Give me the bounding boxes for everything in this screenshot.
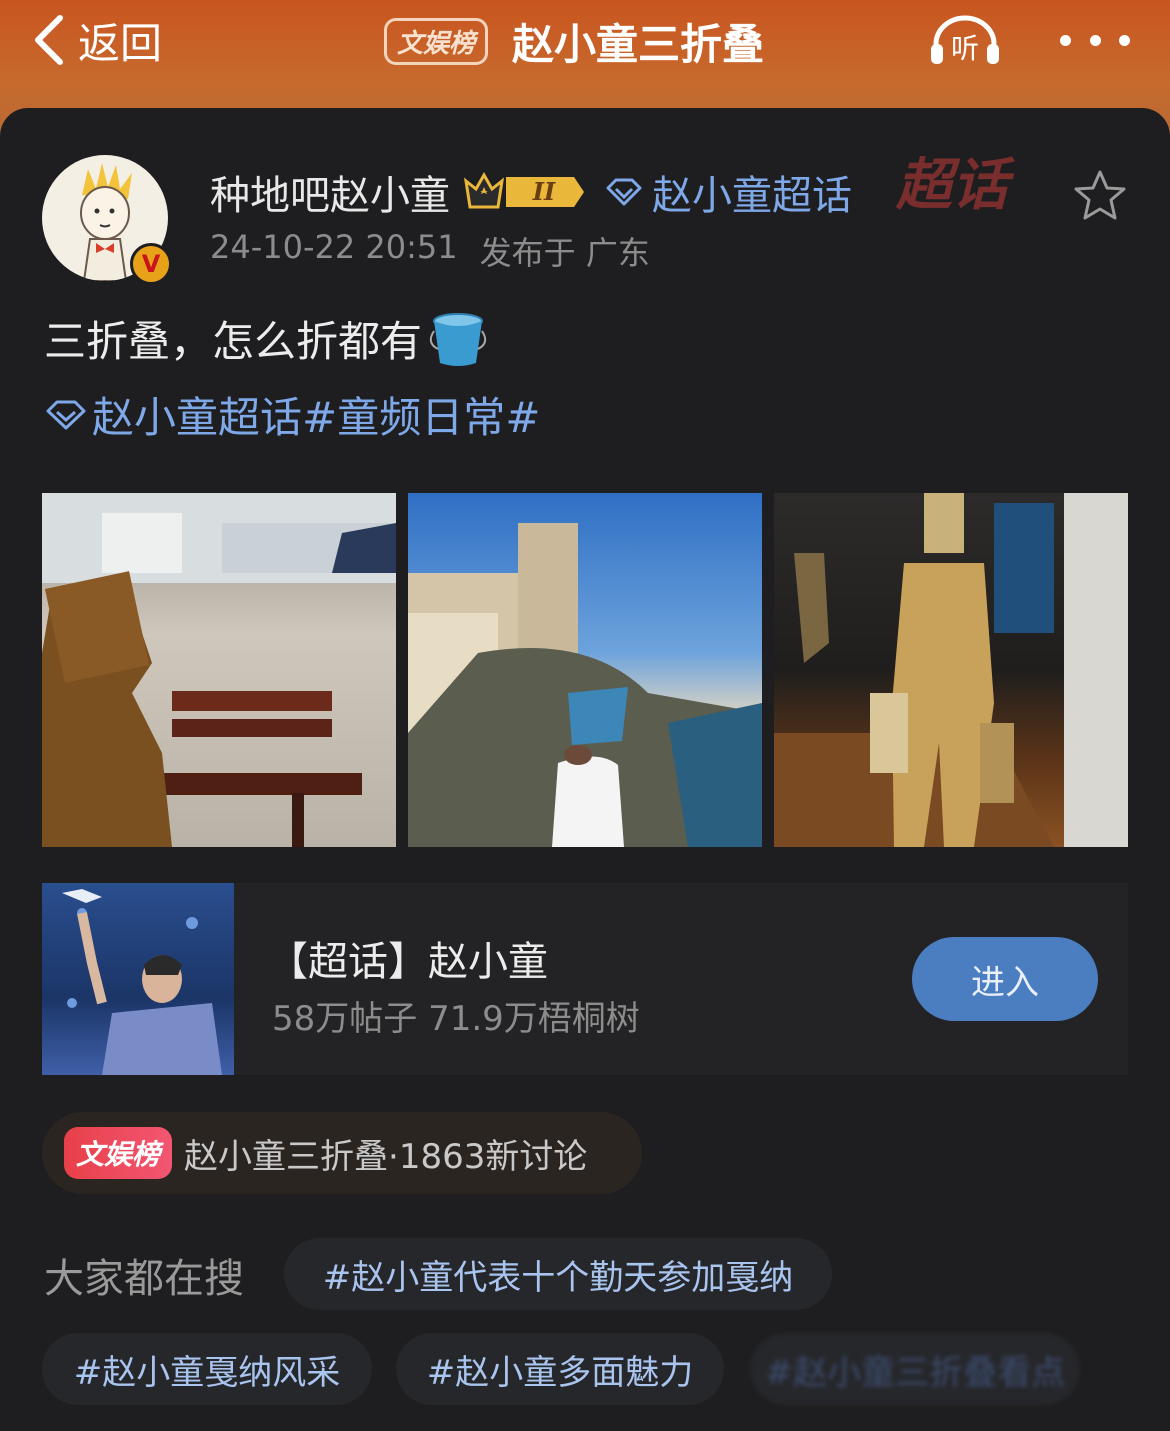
search-chip[interactable]: #赵小童戛纳风采 (42, 1333, 372, 1405)
author-name[interactable]: 种地吧赵小童 (210, 163, 450, 221)
topic-title: 【超话】赵小童 (268, 939, 548, 985)
headphones-listen-icon[interactable]: 听 (928, 14, 1002, 68)
diamond-icon (46, 400, 86, 429)
hot-list-badge: 文娱榜 (64, 1127, 173, 1179)
post-tags[interactable]: 赵小童超话#童频日常# (44, 384, 540, 445)
search-chip[interactable]: #赵小童代表十个勤天参加戛纳 (284, 1238, 832, 1310)
post-location: 发布于 广东 (479, 234, 650, 272)
dot-icon (1089, 34, 1101, 46)
post-photo-2[interactable] (408, 493, 762, 847)
bucket-emoji-icon (429, 312, 487, 366)
more-options-button[interactable] (1060, 30, 1130, 50)
post-photo-3[interactable] (774, 493, 1128, 847)
dot-icon (1119, 34, 1130, 46)
super-topic-label: 赵小童超话 (652, 173, 852, 219)
search-chip[interactable]: #赵小童多面魅力 (396, 1333, 724, 1405)
super-topic-watermark: 超话 (896, 153, 1008, 218)
post-text: 三折叠，怎么折都有 (44, 308, 488, 369)
author-row: 种地吧赵小童 II 赵小童超话 (210, 160, 852, 224)
page-title-area: 文娱榜 赵小童三折叠 (384, 14, 764, 69)
post-date: 24-10-22 20:51 (210, 228, 458, 266)
post-photo-1[interactable] (42, 493, 396, 847)
performer-with-dove-image (62, 889, 222, 1075)
hot-list-tag[interactable]: 文娱榜 (384, 17, 489, 65)
verified-v-icon: V (130, 243, 172, 285)
star-favorite-icon[interactable] (1072, 168, 1128, 224)
diamond-icon (606, 178, 642, 206)
back-label: 返回 (78, 18, 163, 68)
post-tags-text: 赵小童超话#童频日常# (92, 393, 541, 442)
bronze-statue-bench-image (42, 493, 396, 847)
dot-icon (1060, 34, 1071, 46)
topic-stats: 58万帖子 71.9万梧桐树 (272, 999, 640, 1039)
rank-level: II (532, 177, 556, 206)
post-body: 三折叠，怎么折都有 (44, 317, 423, 366)
super-topic-link[interactable]: 赵小童超话 (604, 163, 852, 221)
hot-search-text: 赵小童三折叠·1863新讨论 (184, 1136, 588, 1177)
listen-label: 听 (951, 32, 979, 65)
crown-rank-badge-icon[interactable]: II (462, 167, 592, 217)
super-topic-card[interactable]: 【超话】赵小童 58万帖子 71.9万梧桐树 进入 (42, 883, 1128, 1075)
topic-cover-image (42, 883, 234, 1075)
back-button[interactable]: 返回 (30, 10, 162, 70)
everyone-searching-label: 大家都在搜 (44, 1256, 244, 1302)
hot-search-pill[interactable]: 文娱榜 赵小童三折叠·1863新讨论 (42, 1112, 642, 1194)
search-chip[interactable]: #赵小童三折叠看点 (750, 1333, 1080, 1405)
page-title: 赵小童三折叠 (512, 19, 765, 69)
post-meta: 24-10-22 20:51 发布于 广东 (210, 228, 650, 274)
chevron-left-icon (35, 15, 63, 65)
enter-button[interactable]: 进入 (912, 937, 1098, 1021)
golden-statue-shopping-bags-image (774, 493, 1128, 847)
castle-bucket-head-image (408, 523, 762, 847)
